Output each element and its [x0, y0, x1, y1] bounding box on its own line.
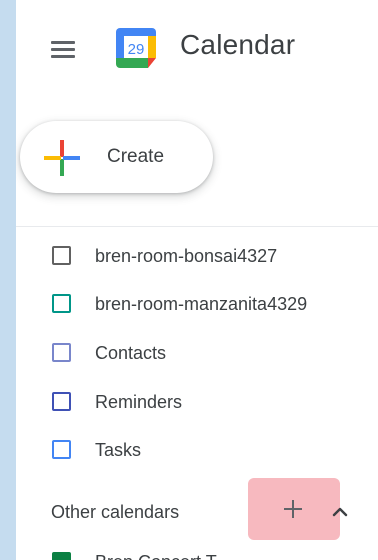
menu-icon[interactable] [49, 38, 77, 60]
chevron-up-icon[interactable] [328, 500, 352, 524]
calendar-checkbox[interactable] [52, 343, 71, 362]
plus-icon [42, 138, 82, 183]
calendar-checkbox[interactable] [52, 440, 71, 459]
sidebar-panel: 29 Calendar Create bren-room-bonsai4327 … [16, 0, 378, 560]
calendar-label: bren-room-manzanita4329 [95, 294, 308, 314]
other-calendars-label: Other calendars [51, 502, 180, 522]
calendar-label: Contacts [95, 343, 167, 363]
calendar-label: Bren Concert T... [95, 552, 230, 560]
calendar-checkbox[interactable] [52, 246, 71, 265]
calendar-item[interactable]: Bren Concert T... [16, 544, 378, 560]
calendar-checkbox[interactable] [52, 552, 71, 560]
calendar-label: Reminders [95, 392, 183, 412]
add-other-calendar-button[interactable] [248, 478, 340, 540]
create-button[interactable]: Create [20, 121, 213, 193]
calendar-label: bren-room-bonsai4327 [95, 246, 278, 266]
app-title: Calendar [180, 29, 296, 60]
calendar-item[interactable]: Tasks [16, 430, 378, 470]
calendar-label: Tasks [95, 440, 142, 460]
calendar-item[interactable]: Reminders [16, 382, 378, 422]
create-label: Create [107, 146, 165, 167]
calendar-logo-day: 29 [128, 41, 145, 58]
app-header: 29 Calendar [16, 0, 378, 96]
calendar-checkbox[interactable] [52, 392, 71, 411]
other-calendars-header: Other calendars [16, 478, 378, 542]
calendar-item[interactable]: bren-room-manzanita4329 [16, 284, 378, 324]
calendar-item[interactable]: Contacts [16, 333, 378, 373]
calendar-checkbox[interactable] [52, 294, 71, 313]
calendar-logo-icon[interactable]: 29 [112, 24, 160, 77]
divider [16, 226, 378, 227]
calendar-item[interactable]: bren-room-bonsai4327 [16, 236, 378, 276]
add-icon [284, 500, 302, 518]
